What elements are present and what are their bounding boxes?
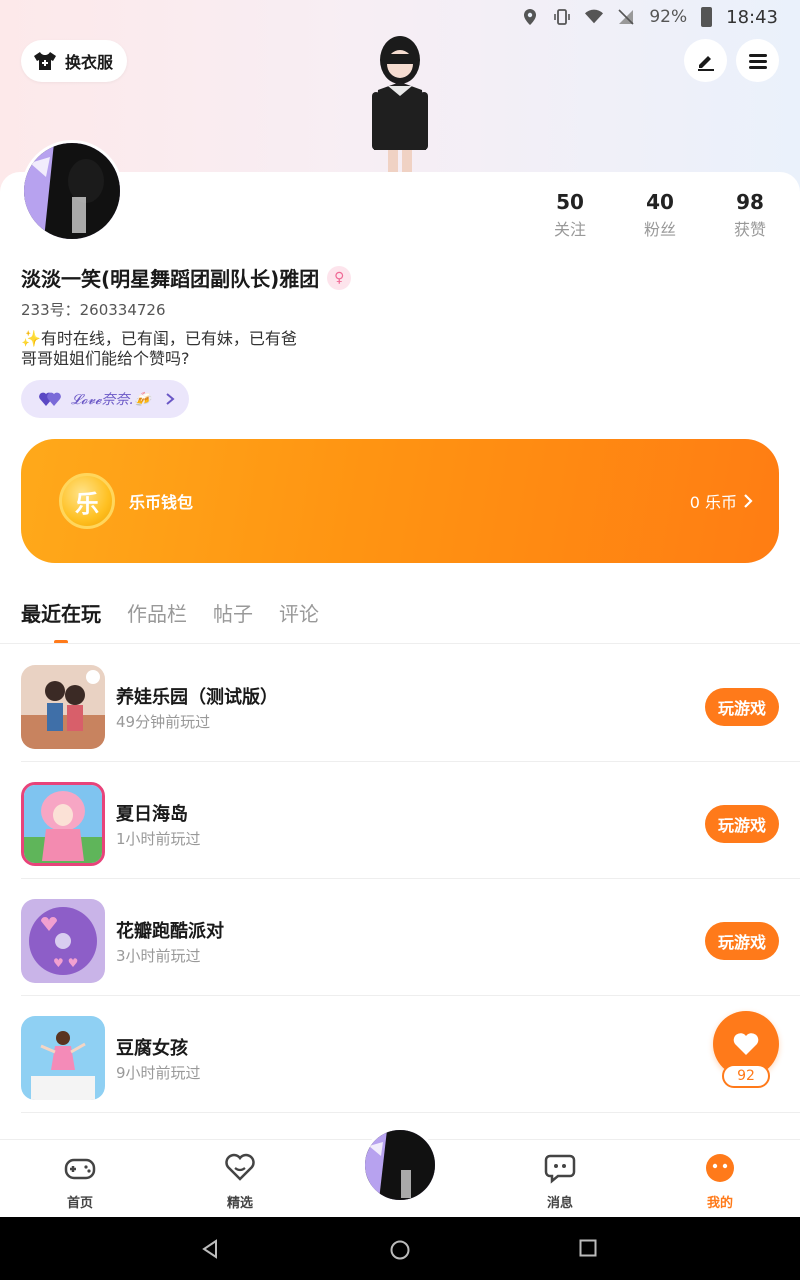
avatar-image [24,143,120,239]
list-item[interactable]: ♥ ♥ 花瓣跑酷派对 3小时前玩过 玩游戏 [21,879,800,996]
stat-label: 粉丝 [643,220,676,239]
heart-icon [733,1033,759,1055]
game-name: 花瓣跑酷派对 [116,921,224,942]
nav-label: 首页 [66,1196,93,1211]
system-navigation-bar [0,1217,800,1280]
wallet-balance-value: 0 乐币 [689,493,737,512]
stat-likes[interactable]: 98 获赞 [715,190,785,240]
battery-icon [701,7,713,27]
profile-avatar[interactable] [21,140,123,242]
heart-outline-icon [225,1153,255,1181]
nav-label: 精选 [226,1196,253,1211]
battery-percent: 92% [649,7,688,27]
play-game-button[interactable]: 玩游戏 [705,688,779,726]
shirt-icon [34,52,56,70]
avatar-image [365,1130,435,1200]
stat-label: 关注 [553,220,586,239]
no-signal-icon [618,9,634,25]
user-id: 233号：260334726 [21,301,166,319]
bio-line: 哥哥姐姐们能给个赞吗? [21,349,190,368]
stat-following[interactable]: 50 关注 [535,190,605,240]
bio: ✨有时在线，已有闺，已有妹，已有爸 哥哥姐姐们能给个赞吗? [21,329,297,369]
game-name: 养娃乐园（测试版） [116,687,278,708]
game-icon-tofu-girl [21,1016,105,1100]
nav-me[interactable]: 我的 [680,1152,760,1211]
game-last-played: 9小时前玩过 [116,1064,201,1082]
profile-tabs: 最近在玩 作品栏 帖子 评论 [21,598,319,627]
vibrate-icon [554,9,571,25]
play-game-button[interactable]: 玩游戏 [705,805,779,843]
change-outfit-button[interactable]: 换衣服 [21,40,128,82]
divider [0,643,800,644]
double-heart-icon [39,392,61,406]
clock: 18:43 [726,6,778,28]
stat-followers[interactable]: 40 粉丝 [625,190,695,240]
chat-icon [544,1154,576,1184]
love-tag[interactable]: 𝓛𝓸𝓿𝓮奈奈.🍻 [21,380,189,418]
wallet-balance: 0 乐币 [690,489,753,513]
list-item[interactable]: 豆腐女孩 9小时前玩过 [21,996,800,1113]
stat-number: 98 [736,190,764,214]
gamepad-icon [64,1158,96,1180]
recents-icon[interactable] [579,1239,597,1257]
edit-profile-button[interactable] [684,39,727,82]
game-icon-summer-island [21,782,105,866]
game-last-played: 49分钟前玩过 [116,713,211,731]
tab-comments[interactable]: 评论 [279,598,319,627]
svg-text:♥ ♥: ♥ ♥ [53,956,78,970]
bio-line: ✨有时在线，已有闺，已有妹，已有爸 [21,329,297,348]
nav-messages[interactable]: 消息 [520,1152,600,1211]
list-item[interactable]: 养娃乐园（测试版） 49分钟前玩过 玩游戏 [21,645,800,762]
home-icon[interactable] [389,1239,411,1261]
location-icon [524,9,537,25]
love-tag-label: 𝓛𝓸𝓿𝓮奈奈.🍻 [71,392,152,408]
like-count: 92 [722,1064,770,1088]
username-row: 淡淡一笑(明星舞蹈团副队长)雅团 ♀ [21,263,352,292]
nav-home[interactable]: 首页 [40,1152,120,1211]
stat-number: 50 [556,190,584,214]
change-outfit-label: 换衣服 [65,53,114,72]
tab-posts[interactable]: 帖子 [213,598,253,627]
pencil-icon [697,55,714,71]
game-name: 豆腐女孩 [116,1038,188,1059]
nav-label: 我的 [706,1196,733,1211]
female-icon: ♀ [327,265,352,290]
nav-label: 消息 [546,1196,573,1211]
play-game-button[interactable]: 玩游戏 [705,922,779,960]
wifi-icon [585,9,604,24]
status-bar: 92% 18:43 [0,0,800,34]
username: 淡淡一笑(明星舞蹈团副队长)雅团 [21,267,320,291]
wallet-label: 乐币钱包 [129,493,194,512]
tab-recently-played[interactable]: 最近在玩 [21,598,101,627]
game-icon-petal-parkour: ♥ ♥ [21,899,105,983]
tab-works[interactable]: 作品栏 [127,598,187,627]
chevron-right-icon [166,393,175,405]
game-last-played: 1小时前玩过 [116,830,201,848]
wallet-card[interactable]: 乐 乐币钱包 0 乐币 [21,439,779,563]
list-item[interactable]: 夏日海岛 1小时前玩过 玩游戏 [21,762,800,879]
avatar-character-figure[interactable] [352,30,448,175]
nav-featured[interactable]: 精选 [200,1152,280,1211]
coin-icon: 乐 [59,473,115,529]
stat-label: 获赞 [733,220,766,239]
game-icon-yangwa [21,665,105,749]
menu-button[interactable] [736,39,779,82]
me-face-icon [706,1154,734,1182]
game-last-played: 3小时前玩过 [116,947,201,965]
nav-avatar-button[interactable] [362,1127,438,1203]
stat-number: 40 [646,190,674,214]
chevron-right-icon [744,494,753,508]
hamburger-icon [748,53,767,69]
back-icon[interactable] [200,1239,220,1259]
game-name: 夏日海岛 [116,804,188,825]
